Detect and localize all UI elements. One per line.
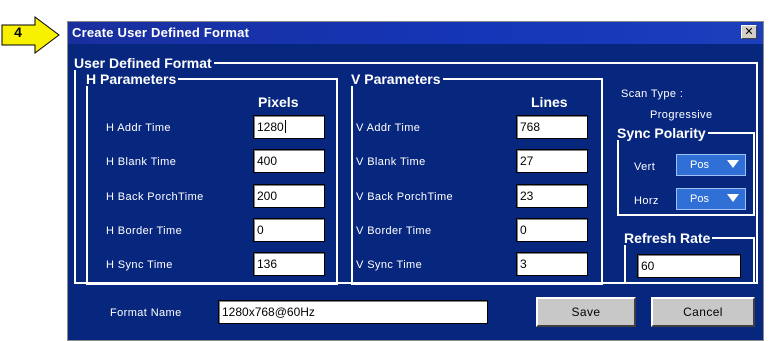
v-parameters-legend: V Parameters [351,71,441,87]
h-sync-time-input[interactable]: 136 [253,252,325,276]
vert-polarity-dropdown[interactable]: Pos [676,154,746,176]
scan-type-label: Scan Type : [621,88,684,100]
vert-polarity-value: Pos [690,159,709,171]
format-name-label: Format Name [110,307,182,319]
refresh-rate-input[interactable]: 60 [637,254,741,278]
chevron-down-icon [727,194,739,202]
format-name-input[interactable]: 1280x768@60Hz [218,300,488,324]
refresh-rate-legend: Refresh Rate [624,230,711,246]
dialog-title: Create User Defined Format [72,25,250,40]
vert-label: Vert [634,161,656,173]
h-sync-time-label: H Sync Time [106,259,173,271]
v-back-porch-time-label: V Back PorchTime [356,191,454,203]
horz-polarity-dropdown[interactable]: Pos [676,188,746,210]
h-addr-time-input[interactable]: 1280 [253,115,325,139]
h-back-porch-time-label: H Back PorchTime [106,191,204,203]
h-border-time-input[interactable]: 0 [253,218,325,242]
horz-label: Horz [634,195,659,207]
h-addr-time-label: H Addr Time [106,122,171,134]
user-defined-format-legend: User Defined Format [74,55,212,71]
cancel-button[interactable]: Cancel [651,297,755,327]
chevron-down-icon [727,160,739,168]
save-button[interactable]: Save [536,297,636,327]
v-border-time-label: V Border Time [356,225,432,237]
step-number: 4 [14,24,22,40]
v-blank-time-input[interactable]: 27 [516,149,588,173]
v-sync-time-label: V Sync Time [356,259,423,271]
text-cursor [284,120,286,133]
h-back-porch-time-input[interactable]: 200 [253,184,325,208]
title-bar: Create User Defined Format ✕ [68,22,763,44]
v-blank-time-label: V Blank Time [356,156,426,168]
v-addr-time-label: V Addr Time [356,122,421,134]
h-blank-time-input[interactable]: 400 [253,149,325,173]
v-back-porch-time-input[interactable]: 23 [516,184,588,208]
create-format-dialog: Create User Defined Format ✕ User Define… [67,21,764,341]
v-border-time-input[interactable]: 0 [516,218,588,242]
close-icon[interactable]: ✕ [741,25,757,39]
h-border-time-label: H Border Time [106,225,183,237]
horz-polarity-value: Pos [690,193,709,205]
lines-header: Lines [531,94,568,110]
scan-type-value: Progressive [650,109,713,121]
h-parameters-legend: H Parameters [86,71,177,87]
pixels-header: Pixels [258,94,299,110]
v-sync-time-input[interactable]: 3 [516,252,588,276]
v-addr-time-input[interactable]: 768 [516,115,588,139]
step-callout: 4 [1,16,61,54]
h-blank-time-label: H Blank Time [106,156,177,168]
sync-polarity-legend: Sync Polarity [617,125,706,141]
h-addr-time-value: 1280 [257,120,284,134]
